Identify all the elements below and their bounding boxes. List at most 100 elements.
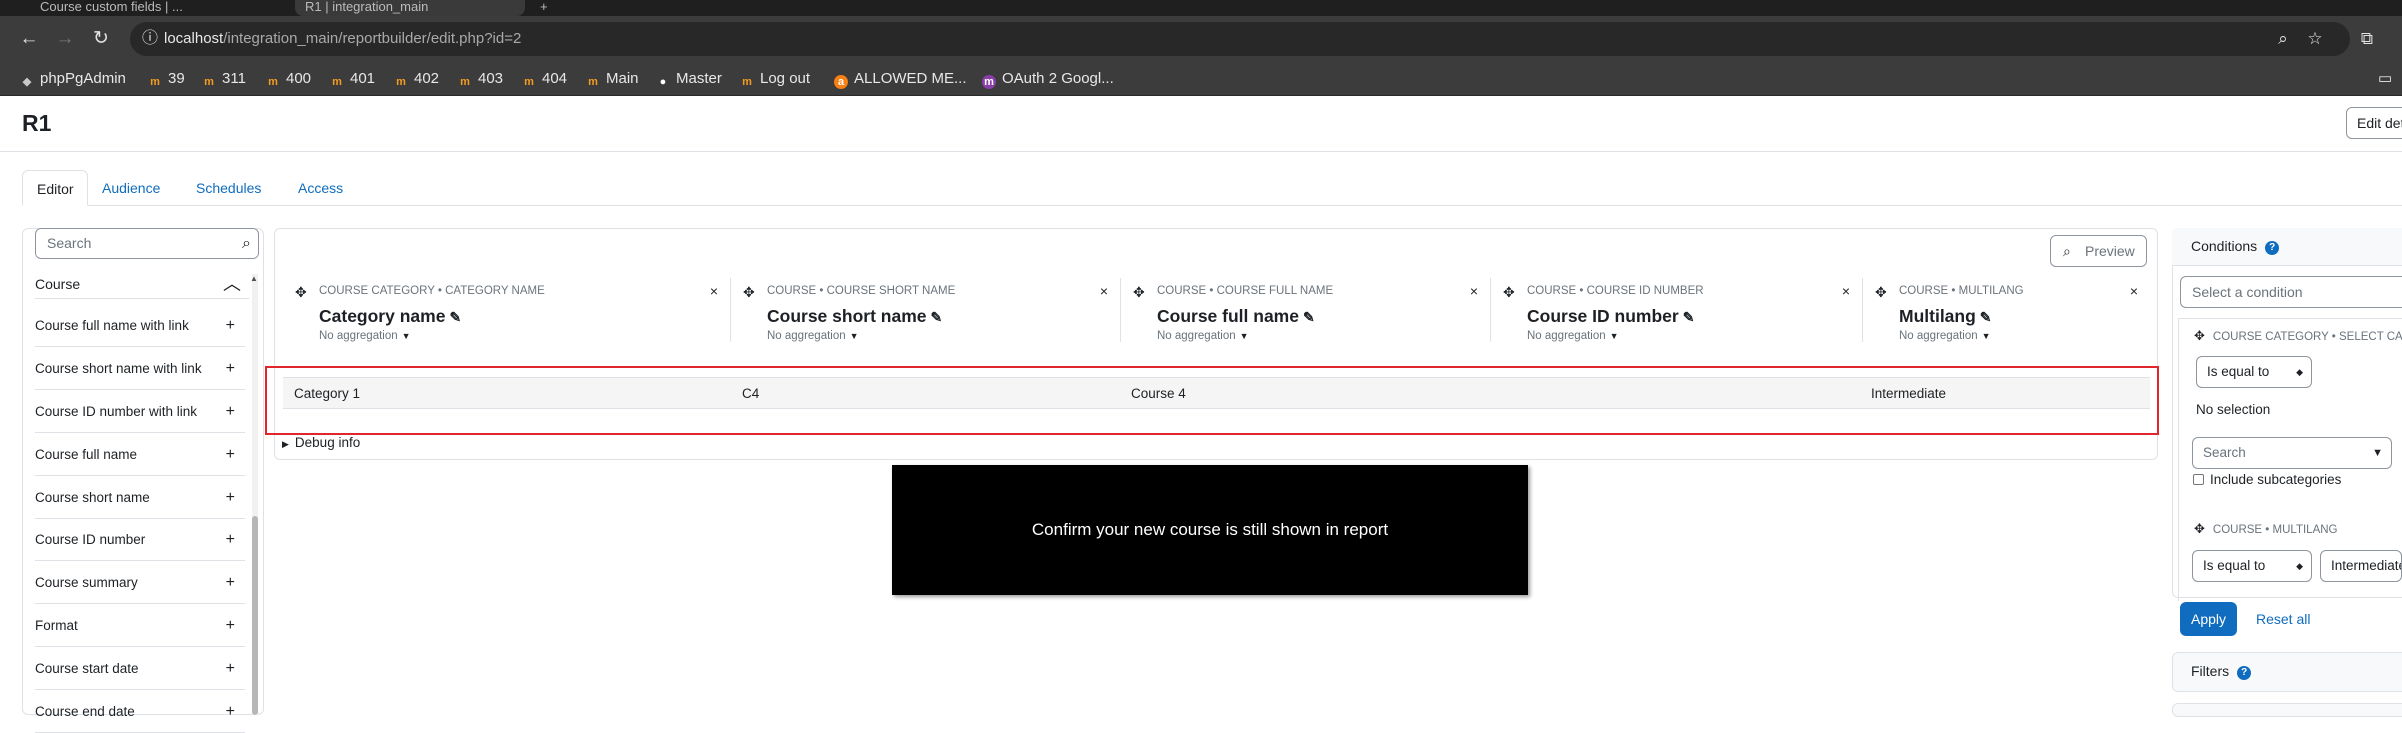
zoom-icon[interactable]: ⌕ — [2270, 26, 2296, 52]
tab-audience[interactable]: Audience — [88, 170, 174, 206]
tab-editor[interactable]: Editor — [22, 170, 88, 206]
plus-icon[interactable]: + — [226, 476, 235, 519]
extensions-icon[interactable]: ⧉ — [2354, 26, 2380, 52]
caret-down-icon[interactable]: ▼ — [2372, 438, 2383, 468]
bookmark-404[interactable]: m 404 — [522, 62, 567, 96]
close-icon[interactable]: × — [1470, 283, 1478, 299]
plus-icon[interactable]: + — [226, 390, 235, 433]
pencil-icon[interactable]: ✎ — [930, 309, 942, 325]
select-condition-dropdown[interactable]: Select a condition — [2180, 276, 2402, 308]
move-icon[interactable]: ✥ — [1133, 284, 1145, 301]
checkbox[interactable] — [2193, 474, 2204, 485]
sidebar-item[interactable]: Course summary + — [35, 561, 245, 604]
close-icon[interactable]: × — [1100, 283, 1108, 299]
forward-icon[interactable]: → — [52, 26, 78, 52]
bookmark-39[interactable]: m 39 — [148, 62, 185, 96]
browser-tab[interactable]: Course custom fields | ... — [30, 0, 280, 16]
sidebar-item[interactable]: Course short name + — [35, 476, 245, 519]
move-icon[interactable]: ✥ — [743, 284, 755, 301]
sidebar-item[interactable]: Course start date + — [35, 647, 245, 690]
plus-icon[interactable]: + — [226, 690, 235, 733]
pencil-icon[interactable]: ✎ — [1980, 309, 1992, 325]
sidebar-search-input[interactable]: Search ⌕ — [35, 228, 259, 259]
plus-icon[interactable]: + — [226, 304, 235, 347]
operator-select[interactable]: Is equal to ◆ — [2192, 550, 2312, 582]
reset-all-link[interactable]: Reset all — [2256, 611, 2310, 627]
move-icon[interactable]: ✥ — [2194, 328, 2205, 343]
move-icon[interactable]: ✥ — [1875, 284, 1887, 301]
site-info-icon[interactable]: ⓘ — [138, 27, 162, 51]
help-icon[interactable]: ? — [2265, 241, 2280, 255]
bookmark-402[interactable]: m 402 — [394, 62, 439, 96]
search-icon[interactable]: ⌕ — [242, 229, 251, 258]
pencil-icon[interactable]: ✎ — [1683, 309, 1695, 325]
back-icon[interactable]: ← — [16, 26, 42, 52]
apply-button[interactable]: Apply — [2180, 602, 2237, 636]
close-icon[interactable]: × — [1842, 283, 1850, 299]
help-icon[interactable]: ? — [2237, 666, 2252, 680]
folder-icon[interactable]: ▭ — [2378, 62, 2392, 96]
bookmark-phppgadmin[interactable]: ◆ phpPgAdmin — [20, 62, 126, 96]
column-header[interactable]: ✥ COURSE • COURSE ID NUMBER × Course ID … — [1491, 278, 1863, 342]
plus-icon[interactable]: + — [226, 647, 235, 690]
close-icon[interactable]: × — [2130, 283, 2138, 299]
column-title[interactable]: Course ID number ✎ — [1527, 306, 1694, 327]
plus-icon[interactable]: + — [226, 518, 235, 561]
bookmark-311[interactable]: m 311 — [202, 62, 246, 96]
sidebar-item[interactable]: Course ID number with link + — [35, 390, 245, 433]
column-title[interactable]: Category name ✎ — [319, 306, 461, 327]
operator-select[interactable]: Is equal to ◆ — [2196, 356, 2312, 388]
column-title[interactable]: Course short name ✎ — [767, 306, 942, 327]
bookmark-master[interactable]: ● Master — [656, 62, 722, 96]
chevron-up-icon[interactable]: ︿ — [223, 269, 241, 299]
tab-access[interactable]: Access — [284, 170, 357, 206]
move-icon[interactable]: ✥ — [2194, 521, 2205, 536]
include-subcategories[interactable]: Include subcategories — [2193, 472, 2341, 487]
aggregation-dropdown[interactable]: No aggregation ▼ — [1527, 330, 1619, 342]
sidebar-item[interactable]: Course full name with link + — [35, 304, 245, 347]
sidebar-item[interactable]: Course end date + — [35, 690, 245, 733]
bookmark-oauth[interactable]: m OAuth 2 Googl... — [982, 62, 1114, 96]
column-header[interactable]: ✥ COURSE • COURSE SHORT NAME × Course sh… — [731, 278, 1121, 342]
debug-info-toggle[interactable]: ▶ Debug info — [282, 435, 360, 450]
new-tab-button[interactable]: + — [530, 0, 560, 16]
url-text[interactable]: localhost/integration_main/reportbuilder… — [164, 22, 521, 56]
close-icon[interactable]: × — [710, 283, 718, 299]
column-title[interactable]: Course full name ✎ — [1157, 306, 1315, 327]
aggregation-dropdown[interactable]: No aggregation ▼ — [319, 330, 411, 342]
aggregation-dropdown[interactable]: No aggregation ▼ — [1899, 330, 1991, 342]
condition-value-input[interactable]: Intermediate — [2320, 550, 2402, 582]
bookmark-log-out[interactable]: m Log out — [740, 62, 810, 96]
move-icon[interactable]: ✥ — [295, 284, 307, 301]
edit-details-button[interactable]: Edit det — [2346, 107, 2402, 139]
bookmark-allowed[interactable]: a ALLOWED ME... — [834, 62, 967, 96]
sidebar-item[interactable]: Course short name with link + — [35, 347, 245, 390]
sidebar-item[interactable]: Course ID number + — [35, 518, 245, 561]
column-header[interactable]: ✥ COURSE CATEGORY • CATEGORY NAME × Cate… — [283, 278, 731, 342]
plus-icon[interactable]: + — [226, 433, 235, 476]
reload-icon[interactable]: ↻ — [88, 26, 114, 52]
browser-tab-active[interactable]: R1 | integration_main — [295, 0, 525, 16]
sidebar-section-course[interactable]: Course ︿ — [35, 269, 249, 299]
bookmark-401[interactable]: m 401 — [330, 62, 375, 96]
category-search-input[interactable]: Search ▼ — [2192, 437, 2392, 469]
scroll-up-icon[interactable]: ▲ — [250, 274, 258, 283]
bookmark-403[interactable]: m 403 — [458, 62, 503, 96]
column-header[interactable]: ✥ COURSE • MULTILANG × Multilang ✎ No agg… — [1863, 278, 2150, 342]
bookmark-400[interactable]: m 400 — [266, 62, 311, 96]
bookmark-main[interactable]: m Main — [586, 62, 638, 96]
pencil-icon[interactable]: ✎ — [1303, 309, 1315, 325]
bookmark-star-icon[interactable]: ☆ — [2302, 26, 2328, 52]
sidebar-item[interactable]: Format + — [35, 604, 245, 647]
plus-icon[interactable]: + — [226, 604, 235, 647]
pencil-icon[interactable]: ✎ — [449, 309, 461, 325]
aggregation-dropdown[interactable]: No aggregation ▼ — [767, 330, 859, 342]
address-bar[interactable]: ⓘ localhost/integration_main/reportbuild… — [130, 22, 2350, 56]
column-header[interactable]: ✥ COURSE • COURSE FULL NAME × Course ful… — [1121, 278, 1491, 342]
aggregation-dropdown[interactable]: No aggregation ▼ — [1157, 330, 1249, 342]
plus-icon[interactable]: + — [226, 561, 235, 604]
column-title[interactable]: Multilang ✎ — [1899, 306, 1992, 327]
sidebar-item[interactable]: Course full name + — [35, 433, 245, 476]
preview-button[interactable]: ⌕ Preview — [2050, 235, 2147, 267]
plus-icon[interactable]: + — [226, 347, 235, 390]
